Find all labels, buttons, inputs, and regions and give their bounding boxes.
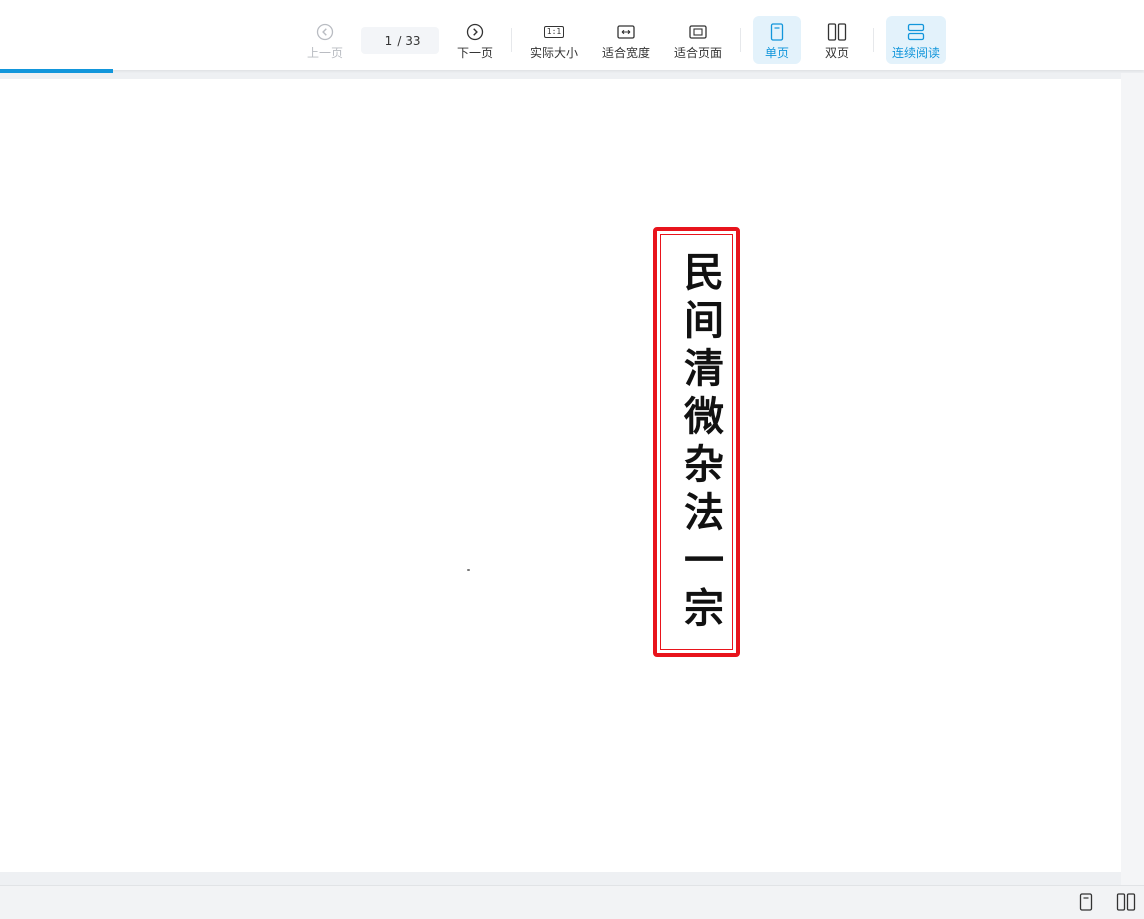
continuous-scroll-icon: [907, 22, 925, 42]
scan-speck: [467, 569, 470, 571]
fit-width-label: 适合宽度: [601, 46, 650, 60]
fit-width-icon: [617, 22, 635, 42]
double-page-icon: [1116, 893, 1136, 911]
single-page-icon: [1079, 893, 1093, 911]
page-indicator: / 33: [361, 27, 439, 54]
one-to-one-icon: 1:1: [543, 22, 565, 42]
toolbar-divider: [740, 28, 741, 52]
page-number-input[interactable]: [379, 33, 398, 48]
toolbar-divider: [511, 28, 512, 52]
toolbar: 上一页 / 33 下一页 1:1 实际大小 适合宽度 适合页面 单页: [0, 0, 1144, 70]
double-page-icon: [827, 22, 847, 42]
document-viewer[interactable]: 民间清微杂法一宗: [0, 73, 1144, 885]
single-page-button[interactable]: 单页: [753, 16, 801, 64]
cover-title: 民间清微杂法一宗: [677, 251, 724, 635]
next-page-button[interactable]: 下一页: [452, 16, 498, 64]
fit-page-icon: [689, 22, 707, 42]
double-page-view-button[interactable]: [1114, 890, 1138, 914]
continuous-reading-button[interactable]: 连续阅读: [886, 16, 946, 64]
prev-page-button[interactable]: 上一页: [302, 16, 348, 64]
single-page-icon: [770, 22, 784, 42]
fit-page-label: 适合页面: [673, 46, 722, 60]
total-pages: / 33: [397, 33, 421, 48]
fit-page-button[interactable]: 适合页面: [670, 16, 726, 64]
vertical-scrollbar[interactable]: [1121, 73, 1144, 885]
cover-title-label: 民间清微杂法一宗: [653, 227, 740, 657]
chevron-right-circle-icon: [466, 22, 484, 42]
double-page-button[interactable]: 双页: [813, 16, 861, 64]
actual-size-button[interactable]: 1:1 实际大小: [526, 16, 582, 64]
single-page-label: 单页: [764, 46, 789, 60]
fit-width-button[interactable]: 适合宽度: [598, 16, 654, 64]
status-bar: [0, 885, 1144, 919]
continuous-reading-label: 连续阅读: [891, 46, 940, 60]
double-page-label: 双页: [824, 46, 849, 60]
toolbar-divider: [873, 28, 874, 52]
prev-page-label: 上一页: [306, 46, 343, 60]
single-page-view-button[interactable]: [1074, 890, 1098, 914]
next-page-label: 下一页: [456, 46, 493, 60]
document-page: 民间清微杂法一宗: [0, 79, 1121, 872]
actual-size-label: 实际大小: [529, 46, 578, 60]
chevron-left-circle-icon: [316, 22, 334, 42]
